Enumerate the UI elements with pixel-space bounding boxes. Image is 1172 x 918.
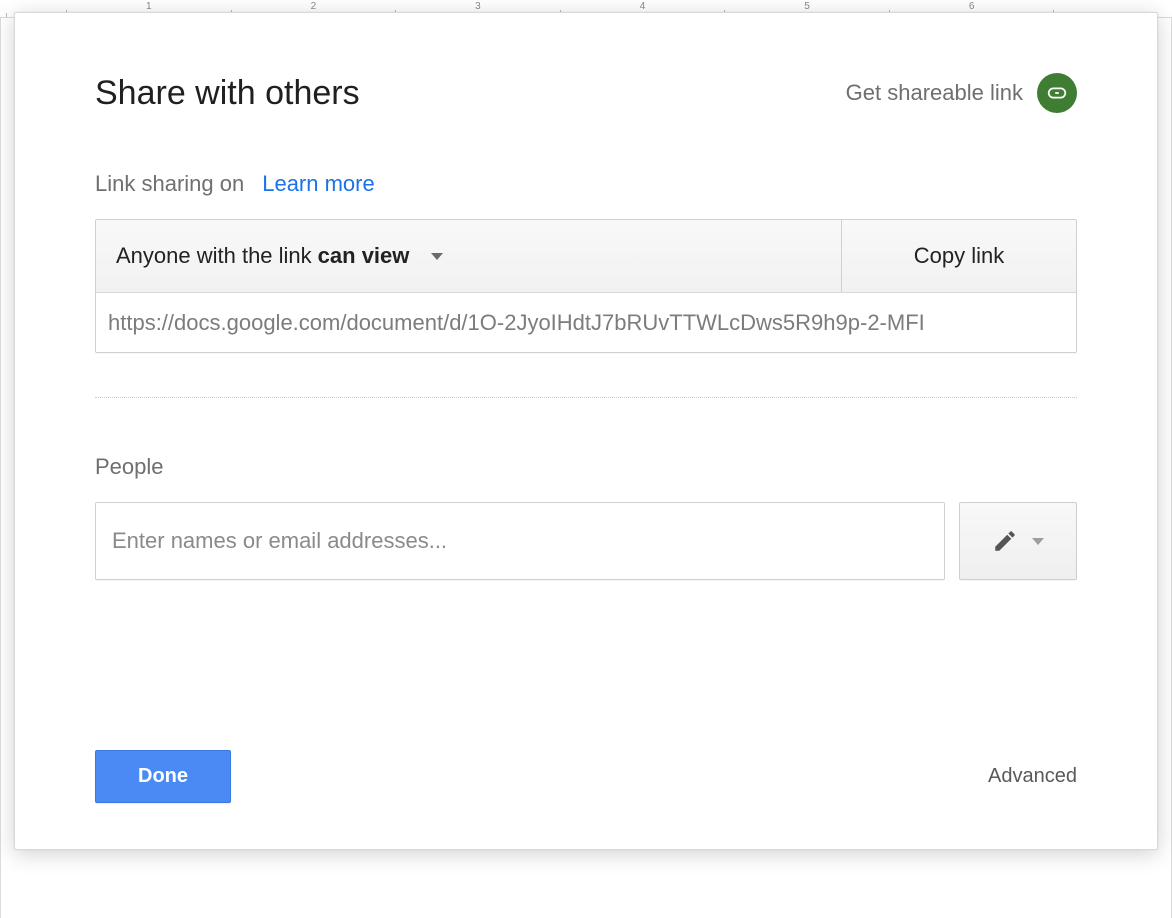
link-sharing-status-label: Link sharing on	[95, 171, 244, 197]
link-permission-level: can view	[318, 243, 410, 269]
people-input-row	[95, 502, 1077, 580]
share-url-input[interactable]	[108, 310, 1064, 336]
done-button[interactable]: Done	[95, 750, 231, 803]
link-icon	[1037, 73, 1077, 113]
learn-more-link[interactable]: Learn more	[262, 171, 375, 197]
pencil-icon	[992, 528, 1018, 554]
link-permission-dropdown[interactable]: Anyone with the link can view	[96, 220, 842, 292]
section-divider	[95, 397, 1077, 398]
get-shareable-link-button[interactable]: Get shareable link	[846, 73, 1077, 113]
chevron-down-icon	[431, 253, 443, 260]
dialog-header: Share with others Get shareable link	[95, 73, 1077, 113]
dialog-title: Share with others	[95, 74, 360, 113]
chevron-down-icon	[1032, 538, 1044, 545]
get-shareable-link-label: Get shareable link	[846, 80, 1023, 106]
dialog-footer: Done Advanced	[95, 750, 1077, 803]
share-url-field[interactable]	[96, 292, 1076, 352]
people-section-label: People	[95, 454, 1077, 480]
link-permission-prefix: Anyone with the link	[116, 243, 312, 269]
share-dialog: Share with others Get shareable link Lin…	[14, 12, 1158, 850]
advanced-link[interactable]: Advanced	[988, 765, 1077, 788]
copy-link-button[interactable]: Copy link	[842, 220, 1076, 292]
people-input-container[interactable]	[95, 502, 945, 580]
people-input[interactable]	[112, 528, 928, 554]
link-sharing-controls: Anyone with the link can view Copy link	[96, 220, 1076, 292]
link-sharing-status-row: Link sharing on Learn more	[95, 171, 1077, 197]
link-sharing-box: Anyone with the link can view Copy link	[95, 219, 1077, 353]
people-permission-dropdown[interactable]	[959, 502, 1077, 580]
